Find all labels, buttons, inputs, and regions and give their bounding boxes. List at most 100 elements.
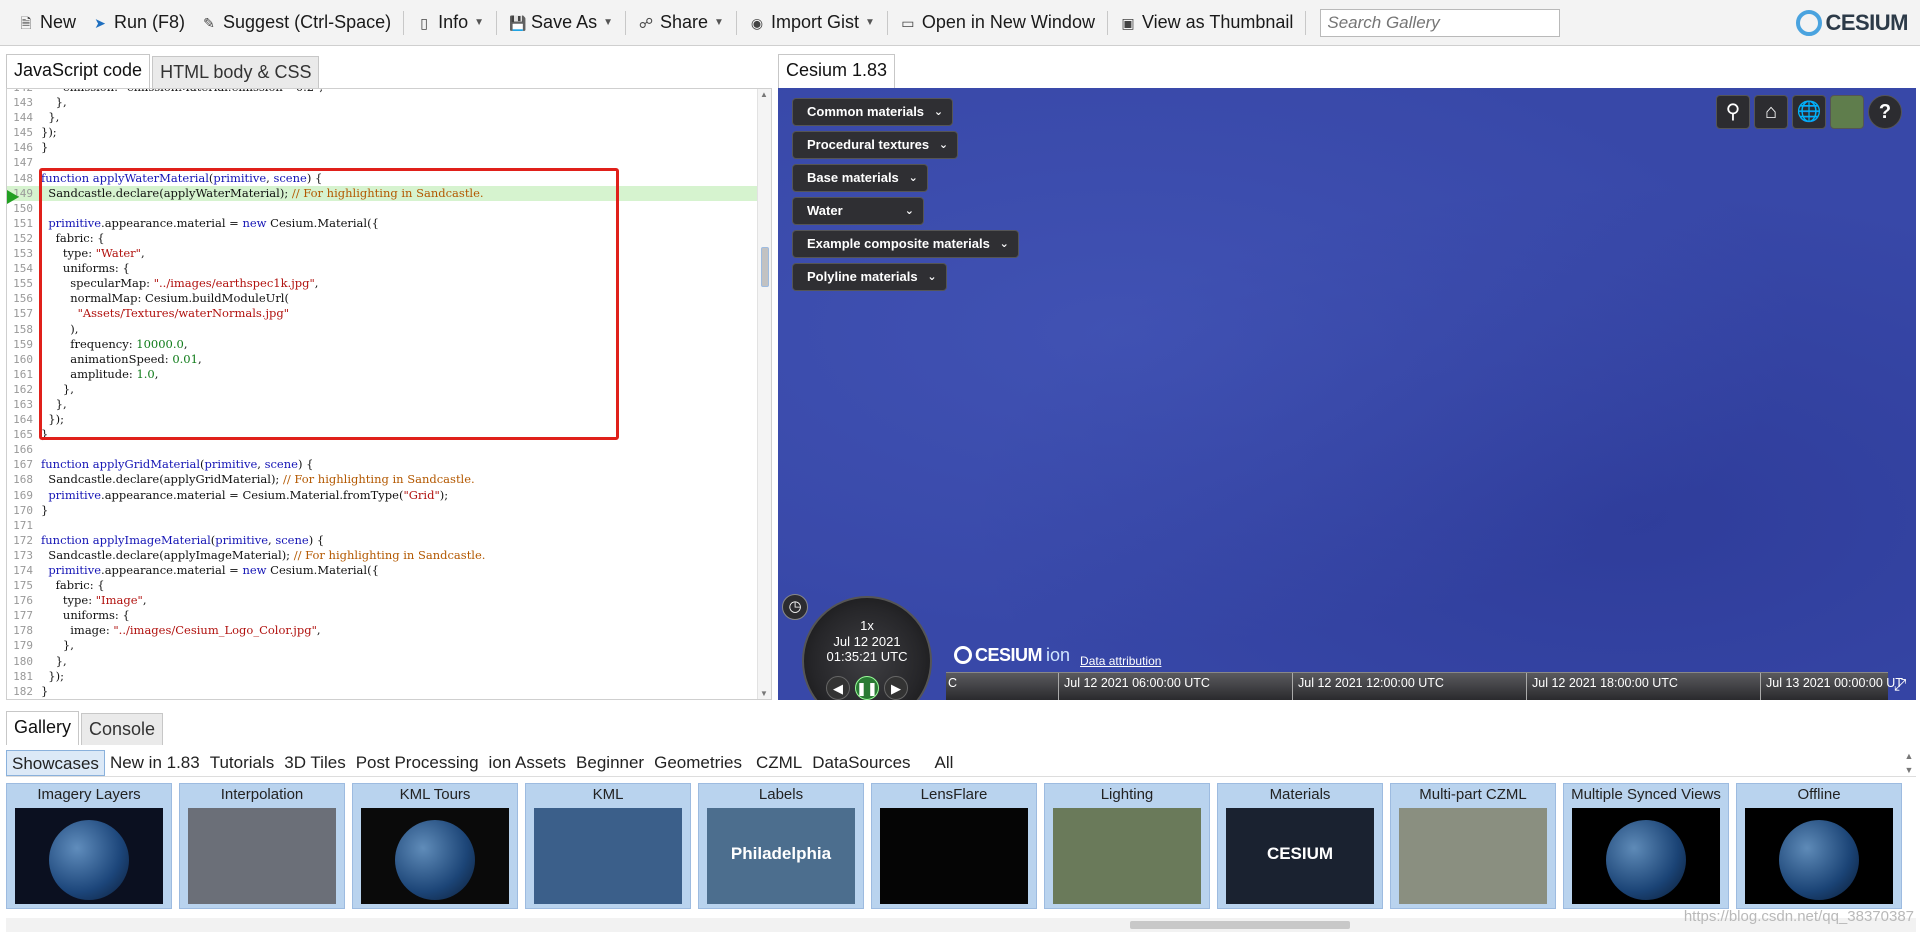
- code-line[interactable]: 146}: [7, 140, 759, 155]
- category-new-in-1-83[interactable]: New in 1.83: [105, 750, 205, 776]
- code-line[interactable]: 180 },: [7, 654, 759, 669]
- animation-widget[interactable]: 1x Jul 12 2021 01:35:21 UTC ◀ ❚❚ ▶: [782, 588, 947, 700]
- gallery-thumbnail[interactable]: Multi-part CZML: [1390, 783, 1556, 909]
- run-icon: ➤: [94, 14, 106, 31]
- category-czml[interactable]: CZML: [751, 750, 807, 776]
- line-text: },: [41, 638, 74, 653]
- category-3d-tiles[interactable]: 3D Tiles: [279, 750, 350, 776]
- layers-icon[interactable]: [1830, 95, 1864, 129]
- category-ion-assets[interactable]: ion Assets: [484, 750, 572, 776]
- dropdown-procedural-textures[interactable]: Procedural textures ⌄: [792, 131, 959, 159]
- fullscreen-icon[interactable]: ⤢: [1888, 674, 1912, 698]
- scroll-up-icon[interactable]: ▲: [760, 90, 768, 99]
- suggest-label: Suggest (Ctrl-Space): [223, 12, 392, 32]
- code-line[interactable]: 144 },: [7, 110, 759, 125]
- pause-icon[interactable]: ❚❚: [855, 676, 879, 700]
- category-tutorials[interactable]: Tutorials: [205, 750, 280, 776]
- dropdown-example-composite-materials[interactable]: Example composite materials ⌄: [792, 230, 1019, 258]
- scroll-down-icon[interactable]: ▼: [760, 689, 768, 698]
- github-icon: ◉: [750, 14, 764, 31]
- thumbnail-title: Lighting: [1100, 786, 1154, 803]
- gallery-thumbnail[interactable]: LensFlare: [871, 783, 1037, 909]
- code-editor[interactable]: 142 emission: "emissionMaterial.emission…: [6, 88, 772, 700]
- view-thumbnail-button[interactable]: ▣ View as Thumbnail: [1112, 7, 1301, 39]
- search-icon[interactable]: ⚲: [1716, 95, 1750, 129]
- code-line[interactable]: 145});: [7, 125, 759, 140]
- line-number: 158: [13, 322, 33, 336]
- separator: [1106, 10, 1108, 35]
- suggest-button[interactable]: ✎ Suggest (Ctrl-Space): [193, 7, 399, 39]
- import-gist-button[interactable]: ◉ Import Gist ▼: [741, 7, 883, 39]
- dropdown-water[interactable]: Water ⌄: [792, 197, 924, 225]
- code-line[interactable]: 169 primitive.appearance.material = Cesi…: [7, 488, 759, 503]
- code-line[interactable]: 143 },: [7, 95, 759, 110]
- toolbar: 🗎 New ➤ Run (F8) ✎ Suggest (Ctrl-Space) ▯ In…: [0, 0, 1920, 46]
- tab-console[interactable]: Console: [81, 713, 164, 745]
- category-post-processing[interactable]: Post Processing: [351, 750, 484, 776]
- category-geometries[interactable]: Geometries: [649, 750, 747, 776]
- gallery-thumbnail[interactable]: Offline: [1736, 783, 1902, 909]
- code-line[interactable]: 142 emission: "emissionMaterial.emission…: [7, 89, 759, 95]
- scroll-up-icon[interactable]: ▲: [1902, 749, 1916, 763]
- data-attribution-link[interactable]: Data attribution: [1080, 654, 1161, 668]
- category-showcases[interactable]: Showcases: [6, 749, 105, 776]
- dropdown-label: Base materials: [807, 170, 899, 185]
- editor-scrollbar[interactable]: ▲ ▼: [757, 89, 771, 699]
- code-line[interactable]: 182}: [7, 684, 759, 699]
- gallery-thumbnail[interactable]: Multiple Synced Views: [1563, 783, 1729, 909]
- scroll-thumb[interactable]: [1130, 921, 1350, 929]
- category-all[interactable]: All: [930, 750, 959, 776]
- code-line[interactable]: 174 primitive.appearance.material = new …: [7, 563, 759, 578]
- tab-javascript-code[interactable]: JavaScript code: [6, 54, 151, 88]
- code-line[interactable]: 168 Sandcastle.declare(applyGridMaterial…: [7, 472, 759, 487]
- code-line[interactable]: 171: [7, 518, 759, 533]
- import-gist-label: Import Gist: [770, 12, 859, 32]
- code-line[interactable]: 170}: [7, 503, 759, 518]
- scroll-down-icon[interactable]: ▼: [1902, 763, 1916, 777]
- category-beginner[interactable]: Beginner: [571, 750, 649, 776]
- category-datasources[interactable]: DataSources: [807, 750, 915, 776]
- gallery-thumbnail[interactable]: Interpolation: [179, 783, 345, 909]
- thumbnail-image: [534, 808, 682, 904]
- code-line[interactable]: 167 function applyGridMaterial(primitive,…: [7, 457, 759, 472]
- gallery-thumbnail[interactable]: Lighting: [1044, 783, 1210, 909]
- scroll-thumb[interactable]: [761, 247, 769, 287]
- gallery-scrollbar[interactable]: [6, 918, 1916, 932]
- gallery-thumbnail[interactable]: Materials CESIUM: [1217, 783, 1383, 909]
- timeline[interactable]: C Jul 12 2021 06:00:00 UTC Jul 12 2021 1…: [946, 672, 1903, 700]
- gallery-thumbnail[interactable]: KML: [525, 783, 691, 909]
- run-button[interactable]: ➤ Run (F8): [84, 7, 193, 39]
- code-line[interactable]: 177 uniforms: {: [7, 608, 759, 623]
- code-line[interactable]: 176 type: "Image",: [7, 593, 759, 608]
- line-number: 161: [13, 367, 33, 381]
- code-line[interactable]: 172 function applyImageMaterial(primitive…: [7, 533, 759, 548]
- code-line[interactable]: 179 },: [7, 638, 759, 653]
- tab-cesium-version[interactable]: Cesium 1.83: [778, 54, 896, 88]
- info-button[interactable]: ▯ Info ▼: [408, 7, 492, 39]
- tab-html-body-css[interactable]: HTML body & CSS: [152, 56, 320, 88]
- tab-gallery[interactable]: Gallery: [6, 711, 80, 745]
- open-new-window-button[interactable]: ▭ Open in New Window: [892, 7, 1103, 39]
- save-as-button[interactable]: 💾 Save As ▼: [501, 7, 621, 39]
- categories-scroll[interactable]: ▲ ▼: [1902, 749, 1916, 777]
- dropdown-common-materials[interactable]: Common materials ⌄: [792, 98, 954, 126]
- search-gallery-input[interactable]: [1320, 8, 1561, 37]
- dropdown-polyline-materials[interactable]: Polyline materials ⌄: [792, 263, 947, 291]
- code-line[interactable]: 166: [7, 442, 759, 457]
- globe-icon[interactable]: 🌐: [1792, 95, 1826, 129]
- gallery-thumbnail[interactable]: Labels Philadelphia: [698, 783, 864, 909]
- code-line[interactable]: 173 Sandcastle.declare(applyImageMateria…: [7, 548, 759, 563]
- cesium-viewer[interactable]: Common materials ⌄ Procedural textures ⌄ B…: [778, 88, 1916, 700]
- code-line[interactable]: 181 });: [7, 669, 759, 684]
- dropdown-base-materials[interactable]: Base materials ⌄: [792, 164, 928, 192]
- home-icon[interactable]: ⌂: [1754, 95, 1788, 129]
- new-button[interactable]: 🗎 New: [10, 7, 84, 39]
- play-reverse-icon[interactable]: ◀: [826, 676, 850, 700]
- gallery-thumbnail[interactable]: KML Tours: [352, 783, 518, 909]
- help-icon[interactable]: ?: [1868, 95, 1902, 129]
- code-line[interactable]: 178 image: "../images/Cesium_Logo_Color.…: [7, 623, 759, 638]
- gallery-thumbnail[interactable]: Imagery Layers: [6, 783, 172, 909]
- code-line[interactable]: 175 fabric: {: [7, 578, 759, 593]
- play-forward-icon[interactable]: ▶: [884, 676, 908, 700]
- share-button[interactable]: ☍ Share ▼: [630, 7, 732, 39]
